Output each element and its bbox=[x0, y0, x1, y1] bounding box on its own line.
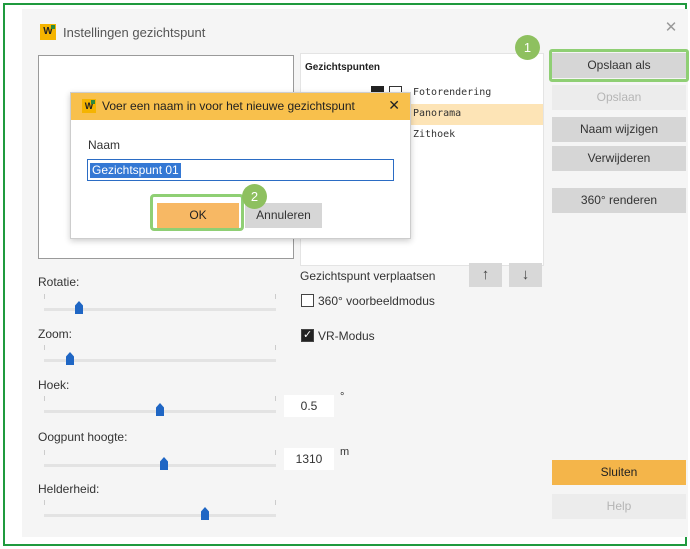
slider-tick bbox=[275, 500, 276, 505]
name-input[interactable]: Gezichtspunt 01 bbox=[87, 159, 394, 181]
eye-height-label: Oogpunt hoogte: bbox=[38, 430, 128, 444]
move-down-button[interactable]: ↓ bbox=[509, 263, 542, 287]
render-360-button[interactable]: 360° renderen bbox=[552, 188, 686, 213]
angle-unit: ° bbox=[340, 391, 345, 403]
list-item-label: Fotorendering bbox=[413, 87, 492, 98]
step-badge-2: 2 bbox=[242, 184, 267, 209]
brightness-slider[interactable] bbox=[44, 500, 276, 526]
save-button[interactable]: Opslaan bbox=[552, 85, 686, 110]
rotation-slider[interactable] bbox=[44, 294, 276, 320]
slider-tick bbox=[44, 396, 45, 401]
rename-button[interactable]: Naam wijzigen bbox=[552, 117, 686, 142]
zoom-label: Zoom: bbox=[38, 327, 73, 341]
step-badge-1: 1 bbox=[515, 35, 540, 60]
angle-slider[interactable] bbox=[44, 396, 276, 422]
close-button[interactable]: Sluiten bbox=[552, 460, 686, 485]
slider-tick bbox=[44, 345, 45, 350]
dialog-close-icon[interactable]: ✕ bbox=[388, 97, 400, 114]
slider-tick bbox=[275, 294, 276, 299]
slider-thumb[interactable] bbox=[201, 507, 209, 520]
name-input-value: Gezichtspunt 01 bbox=[90, 163, 181, 178]
preview-360-checkbox[interactable] bbox=[301, 294, 314, 307]
list-item-label: Panorama bbox=[413, 108, 462, 119]
vr-mode-label: VR-Modus bbox=[318, 329, 375, 343]
viewpoint-settings-dialog: W Instellingen gezichtspunt ✕ Gezichtspu… bbox=[22, 9, 689, 537]
angle-label: Hoek: bbox=[38, 378, 70, 392]
preview-360-label: 360° voorbeeldmodus bbox=[318, 294, 435, 308]
slider-tick bbox=[275, 345, 276, 350]
app-logo-icon: W bbox=[82, 99, 96, 113]
title-bar: W Instellingen gezichtspunt bbox=[40, 22, 205, 42]
name-field-label: Naam bbox=[88, 138, 121, 152]
slider-track bbox=[44, 359, 276, 362]
slider-tick bbox=[275, 450, 276, 455]
ok-highlight bbox=[150, 194, 244, 231]
vr-mode-checkbox[interactable] bbox=[301, 328, 314, 342]
slider-tick bbox=[44, 450, 45, 455]
slider-thumb[interactable] bbox=[160, 457, 168, 470]
save-as-button[interactable]: Opslaan als bbox=[552, 53, 686, 78]
dialog-title: Voer een naam in voor het nieuwe gezicht… bbox=[102, 99, 355, 113]
move-viewpoint-label: Gezichtspunt verplaatsen bbox=[300, 269, 436, 283]
zoom-slider[interactable] bbox=[44, 345, 276, 371]
slider-tick bbox=[44, 500, 45, 505]
delete-button[interactable]: Verwijderen bbox=[552, 146, 686, 171]
slider-track bbox=[44, 514, 276, 517]
list-item-label: Zithoek bbox=[413, 129, 456, 140]
slider-tick bbox=[275, 396, 276, 401]
move-up-button[interactable]: ↑ bbox=[469, 263, 502, 287]
help-button[interactable]: Help bbox=[552, 494, 686, 519]
eye-height-value-field[interactable]: 1310 bbox=[284, 448, 334, 470]
close-icon[interactable]: ✕ bbox=[662, 19, 680, 37]
angle-value-field[interactable]: 0.5 bbox=[284, 395, 334, 417]
app-logo-icon: W bbox=[40, 24, 56, 40]
eye-height-slider[interactable] bbox=[44, 450, 276, 476]
slider-thumb[interactable] bbox=[66, 352, 74, 365]
slider-thumb[interactable] bbox=[75, 301, 83, 314]
rotation-label: Rotatie: bbox=[38, 275, 80, 289]
eye-height-unit: m bbox=[340, 446, 350, 458]
slider-tick bbox=[44, 294, 45, 299]
window-title: Instellingen gezichtspunt bbox=[63, 24, 206, 40]
viewpoints-heading: Gezichtspunten bbox=[305, 62, 381, 73]
dialog-title-bar: W Voer een naam in voor het nieuwe gezic… bbox=[71, 93, 410, 120]
brightness-label: Helderheid: bbox=[38, 482, 100, 496]
slider-thumb[interactable] bbox=[156, 403, 164, 416]
